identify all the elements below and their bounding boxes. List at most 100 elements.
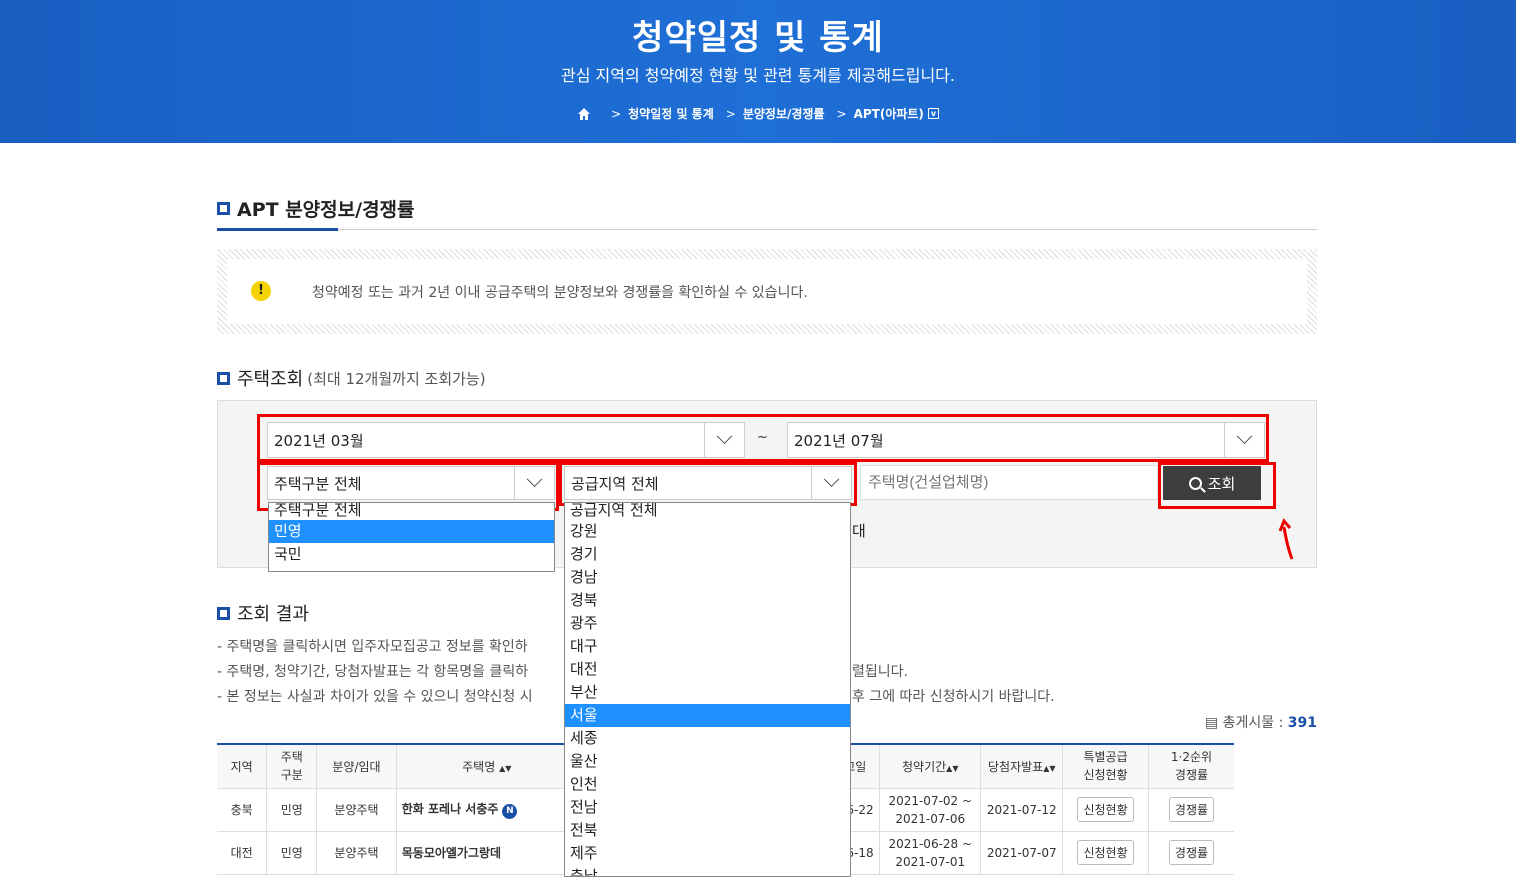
cell-special: 신청현황 bbox=[1062, 788, 1149, 832]
square-bullet-icon bbox=[217, 202, 230, 215]
notice-text: 청약예정 또는 과거 2년 이내 공급주택의 분양정보와 경쟁률을 확인하실 수… bbox=[312, 285, 808, 301]
square-bullet-icon bbox=[217, 606, 230, 620]
region-option[interactable]: 울산 bbox=[565, 750, 850, 773]
results-section-title: 조회 결과 bbox=[217, 600, 309, 626]
breadcrumb-item[interactable]: 분양정보/경쟁률 bbox=[743, 105, 825, 122]
search-section-title: 주택조회 (최대 12개월까지 조회가능) bbox=[217, 365, 486, 391]
competition-rate-button[interactable]: 경쟁률 bbox=[1168, 840, 1215, 865]
col-header-period[interactable]: 청약기간▲▼ bbox=[879, 743, 982, 789]
breadcrumb-item[interactable]: 청약일정 및 통계 bbox=[628, 105, 714, 122]
cell-name[interactable]: 한화 포레나 서충주 N bbox=[396, 788, 578, 832]
chevron-right-icon: > bbox=[725, 106, 736, 121]
col-header-period-label: 청약기간 bbox=[902, 759, 947, 774]
result-note: - 주택명을 클릭하시면 입주자모집공고 정보를 확인하 bbox=[217, 639, 528, 655]
result-note: - 주택명, 청약기간, 당첨자발표는 각 항목명을 클릭하 bbox=[217, 664, 529, 680]
cell-sale: 분양주택 bbox=[316, 788, 397, 832]
result-note-tail: 렬됩니다. bbox=[852, 664, 908, 680]
col-header-winner[interactable]: 당첨자발표▲▼ bbox=[980, 743, 1064, 789]
divider-accent bbox=[217, 228, 338, 231]
house-name-link[interactable]: 한화 포레나 서충주 bbox=[402, 802, 499, 816]
highlight-box-date bbox=[257, 414, 1269, 462]
region-option[interactable]: 경북 bbox=[565, 589, 850, 612]
house-type-option[interactable]: 국민 bbox=[269, 543, 554, 566]
special-status-button[interactable]: 신청현황 bbox=[1077, 797, 1134, 822]
col-header-region: 지역 bbox=[217, 743, 268, 789]
region-option[interactable]: 부산 bbox=[565, 681, 850, 704]
cell-type: 민영 bbox=[266, 831, 318, 875]
region-option[interactable]: 서울 bbox=[565, 704, 850, 727]
cell-rate: 경쟁률 bbox=[1148, 831, 1235, 875]
house-name-link[interactable]: 목동모아엘가그랑데 bbox=[402, 846, 501, 860]
col-header-special-label: 특별공급 신청현황 bbox=[1083, 750, 1128, 783]
chevron-down-icon[interactable]: v bbox=[927, 108, 939, 119]
highlight-box-search bbox=[1158, 462, 1276, 509]
document-icon: ▤ bbox=[1204, 715, 1219, 731]
region-option[interactable]: 전북 bbox=[565, 819, 850, 842]
search-subtitle: (최대 12개월까지 조회가능) bbox=[307, 369, 486, 388]
region-option[interactable]: 전남 bbox=[565, 796, 850, 819]
region-option[interactable]: 세종 bbox=[565, 727, 850, 750]
section-title-text: APT 분양정보/경쟁률 bbox=[237, 199, 415, 221]
annotation-arrow-icon bbox=[1278, 518, 1294, 560]
divider bbox=[217, 229, 1317, 230]
highlight-box-region bbox=[559, 462, 857, 506]
house-type-option[interactable]: 주택구분 전체 bbox=[269, 500, 554, 520]
notice-inner: ! 청약예정 또는 과거 2년 이내 공급주택의 분양정보와 경쟁률을 확인하실… bbox=[227, 259, 1307, 324]
region-option[interactable]: 제주 bbox=[565, 842, 850, 865]
square-bullet-icon bbox=[217, 371, 230, 385]
cell-region: 충북 bbox=[217, 788, 268, 832]
col-header-rate-label: 1·2순위 경쟁률 bbox=[1170, 750, 1213, 783]
cell-winner: 2021-07-12 bbox=[980, 788, 1064, 832]
home-icon[interactable] bbox=[577, 107, 591, 121]
cell-sale: 분양주택 bbox=[316, 831, 397, 875]
region-option[interactable]: 강원 bbox=[565, 520, 850, 543]
result-note-tail: 후 그에 따라 신청하시기 바랍니다. bbox=[852, 689, 1055, 705]
col-header-rate: 1·2순위 경쟁률 bbox=[1148, 743, 1235, 789]
col-header-special: 특별공급 신청현황 bbox=[1062, 743, 1149, 789]
chevron-right-icon: > bbox=[611, 106, 622, 121]
col-header-type: 주택 구분 bbox=[266, 743, 318, 789]
region-dropdown-list: 공급지역 전체 강원 경기 경남 경북 광주 대구 대전 부산 서울 세종 울산 인천 전남 전북 제주 충남 bbox=[564, 502, 851, 877]
cell-rate: 경쟁률 bbox=[1148, 788, 1235, 832]
col-header-sale: 분양/임대 bbox=[316, 743, 397, 789]
region-option[interactable]: 충남 bbox=[565, 865, 850, 876]
sort-icon: ▲▼ bbox=[946, 763, 959, 773]
notice-box: ! 청약예정 또는 과거 2년 이내 공급주택의 분양정보와 경쟁률을 확인하실… bbox=[217, 249, 1317, 334]
cell-winner: 2021-07-07 bbox=[980, 831, 1064, 875]
page-title: 청약일정 및 통계 bbox=[632, 18, 884, 58]
breadcrumb: > 청약일정 및 통계 > 분양정보/경쟁률 > APT(아파트) v bbox=[0, 105, 1516, 122]
region-option[interactable]: 공급지역 전체 bbox=[565, 503, 850, 520]
col-header-winner-label: 당첨자발표 bbox=[988, 759, 1044, 774]
breadcrumb-item[interactable]: APT(아파트) bbox=[854, 105, 924, 122]
house-type-option[interactable]: 민영 bbox=[269, 520, 554, 543]
result-note: - 본 정보는 사실과 차이가 있을 수 있으니 청약신청 시 bbox=[217, 689, 533, 705]
hero-banner: 청약일정 및 통계 관심 지역의 청약예정 현황 및 관련 통계를 제공해드립니… bbox=[0, 0, 1516, 143]
region-option[interactable]: 경기 bbox=[565, 543, 850, 566]
region-option[interactable]: 광주 bbox=[565, 612, 850, 635]
warning-icon: ! bbox=[251, 281, 271, 301]
partial-label: 대 bbox=[852, 522, 866, 540]
cell-period: 2021-07-02 ~ 2021-07-06 bbox=[879, 788, 982, 832]
house-type-dropdown-list: 주택구분 전체 민영 국민 bbox=[268, 500, 555, 572]
cell-type: 민영 bbox=[266, 788, 318, 832]
cell-special: 신청현황 bbox=[1062, 831, 1149, 875]
sort-icon: ▲▼ bbox=[499, 763, 512, 773]
region-option[interactable]: 대구 bbox=[565, 635, 850, 658]
special-status-button[interactable]: 신청현황 bbox=[1077, 840, 1134, 865]
col-header-name[interactable]: 주택명 ▲▼ bbox=[396, 743, 578, 789]
section-title: APT 분양정보/경쟁률 bbox=[217, 195, 415, 222]
results-title-text: 조회 결과 bbox=[237, 604, 309, 625]
cell-region: 대전 bbox=[217, 831, 268, 875]
house-name-input[interactable] bbox=[860, 465, 1158, 500]
region-option[interactable]: 대전 bbox=[565, 658, 850, 681]
total-label: 총게시물 : bbox=[1222, 715, 1284, 731]
col-header-name-label: 주택명 bbox=[462, 759, 496, 774]
cell-name[interactable]: 목동모아엘가그랑데 bbox=[396, 831, 578, 875]
cell-period: 2021-06-28 ~ 2021-07-01 bbox=[879, 831, 982, 875]
region-option[interactable]: 경남 bbox=[565, 566, 850, 589]
total-count: ▤ 총게시물 : 391 bbox=[1205, 712, 1317, 732]
new-badge: N bbox=[502, 804, 518, 819]
competition-rate-button[interactable]: 경쟁률 bbox=[1168, 797, 1215, 822]
total-value: 391 bbox=[1287, 715, 1317, 731]
region-option[interactable]: 인천 bbox=[565, 773, 850, 796]
